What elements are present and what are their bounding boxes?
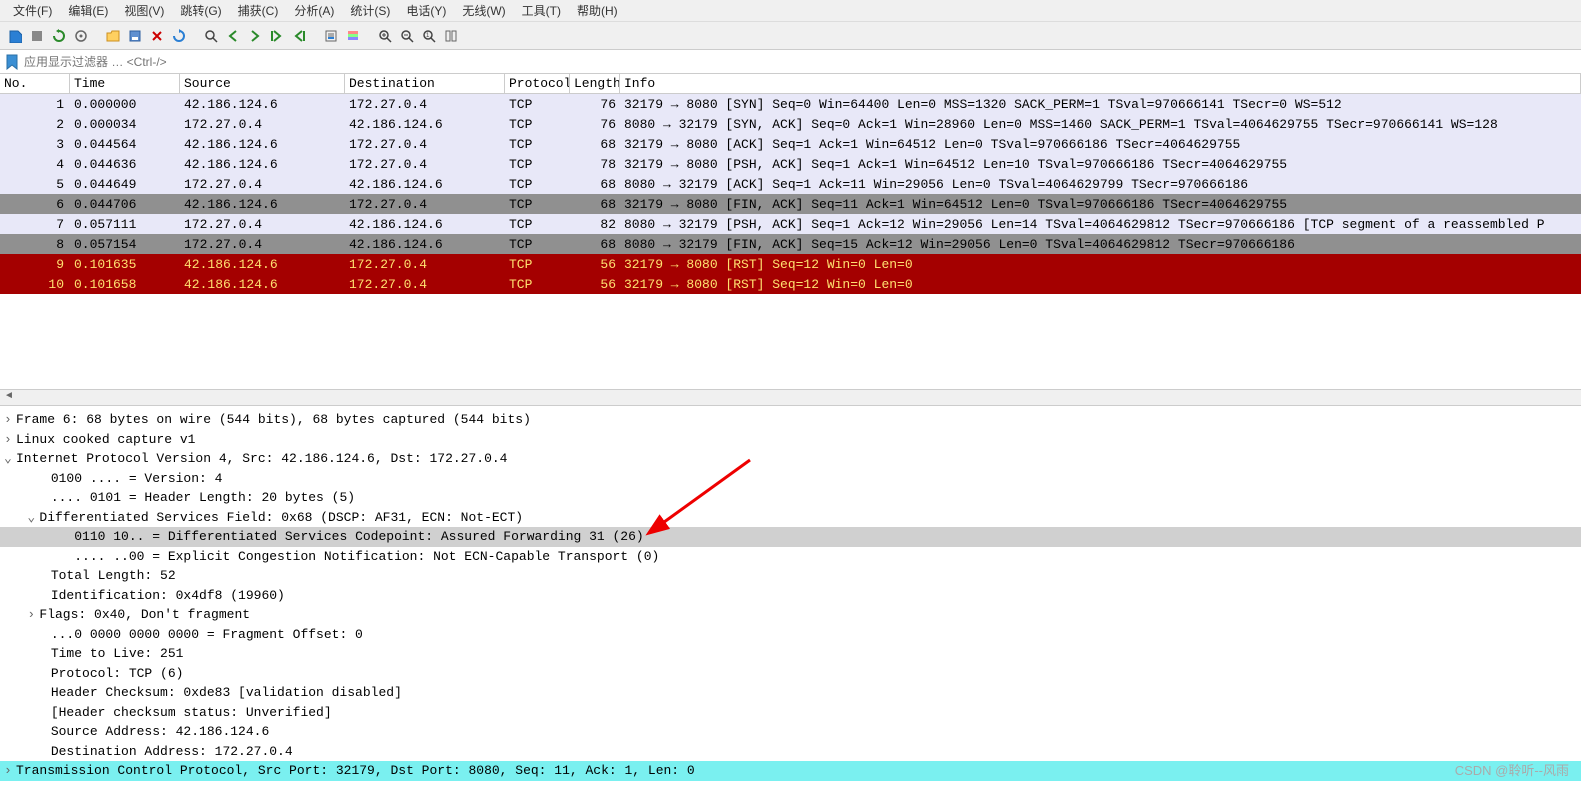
column-source[interactable]: Source <box>180 74 345 93</box>
menu-file[interactable]: 文件(F) <box>5 0 60 21</box>
menu-capture[interactable]: 捕获(C) <box>230 0 287 21</box>
detail-ip-checksum[interactable]: Header Checksum: 0xde83 [validation disa… <box>0 683 1581 703</box>
menu-telephony[interactable]: 电话(Y) <box>398 0 454 21</box>
packet-row[interactable]: 70.057111172.27.0.442.186.124.6TCP828080… <box>0 214 1581 234</box>
packet-list-header: No. Time Source Destination Protocol Len… <box>0 74 1581 94</box>
detail-frame[interactable]: ›Frame 6: 68 bytes on wire (544 bits), 6… <box>0 410 1581 430</box>
column-destination[interactable]: Destination <box>345 74 505 93</box>
capture-options-button[interactable] <box>71 26 91 46</box>
detail-tcp[interactable]: ›Transmission Control Protocol, Src Port… <box>0 761 1581 781</box>
packet-row[interactable]: 90.10163542.186.124.6172.27.0.4TCP563217… <box>0 254 1581 274</box>
detail-ip-totlen[interactable]: Total Length: 52 <box>0 566 1581 586</box>
save-file-button[interactable] <box>125 26 145 46</box>
zoom-in-button[interactable] <box>375 26 395 46</box>
detail-ip-checksum-status[interactable]: [Header checksum status: Unverified] <box>0 703 1581 723</box>
detail-ip-flags[interactable]: ›Flags: 0x40, Don't fragment <box>0 605 1581 625</box>
detail-ipv4[interactable]: ⌄Internet Protocol Version 4, Src: 42.18… <box>0 449 1581 469</box>
go-forward-button[interactable] <box>245 26 265 46</box>
toolbar: 1 <box>0 22 1581 50</box>
menu-goto[interactable]: 跳转(G) <box>172 0 229 21</box>
zoom-out-button[interactable] <box>397 26 417 46</box>
find-packet-button[interactable] <box>201 26 221 46</box>
display-filter-bar <box>0 50 1581 74</box>
menu-tools[interactable]: 工具(T) <box>514 0 569 21</box>
column-no[interactable]: No. <box>0 74 70 93</box>
packet-row[interactable]: 40.04463642.186.124.6172.27.0.4TCP783217… <box>0 154 1581 174</box>
detail-ip-dst[interactable]: Destination Address: 172.27.0.4 <box>0 742 1581 762</box>
menu-wireless[interactable]: 无线(W) <box>454 0 513 21</box>
packet-details-pane[interactable]: ›Frame 6: 68 bytes on wire (544 bits), 6… <box>0 406 1581 785</box>
packet-row[interactable]: 30.04456442.186.124.6172.27.0.4TCP683217… <box>0 134 1581 154</box>
packet-row[interactable]: 10.00000042.186.124.6172.27.0.4TCP763217… <box>0 94 1581 114</box>
packet-list-empty <box>0 294 1581 389</box>
stop-capture-button[interactable] <box>27 26 47 46</box>
colorize-button[interactable] <box>343 26 363 46</box>
open-file-button[interactable] <box>103 26 123 46</box>
detail-ip-src[interactable]: Source Address: 42.186.124.6 <box>0 722 1581 742</box>
packet-row[interactable]: 50.044649172.27.0.442.186.124.6TCP688080… <box>0 174 1581 194</box>
menu-view[interactable]: 视图(V) <box>116 0 172 21</box>
detail-linux-cooked[interactable]: ›Linux cooked capture v1 <box>0 430 1581 450</box>
display-filter-input[interactable] <box>24 55 1577 69</box>
close-file-button[interactable] <box>147 26 167 46</box>
packet-list[interactable]: 10.00000042.186.124.6172.27.0.4TCP763217… <box>0 94 1581 294</box>
auto-scroll-button[interactable] <box>321 26 341 46</box>
packet-row[interactable]: 60.04470642.186.124.6172.27.0.4TCP683217… <box>0 194 1581 214</box>
column-length[interactable]: Length <box>570 74 620 93</box>
packet-row[interactable]: 100.10165842.186.124.6172.27.0.4TCP56321… <box>0 274 1581 294</box>
menu-analyze[interactable]: 分析(A) <box>286 0 342 21</box>
detail-ip-frag[interactable]: ...0 0000 0000 0000 = Fragment Offset: 0 <box>0 625 1581 645</box>
detail-ip-proto[interactable]: Protocol: TCP (6) <box>0 664 1581 684</box>
pane-divider[interactable] <box>0 389 1581 406</box>
detail-ip-hlen[interactable]: .... 0101 = Header Length: 20 bytes (5) <box>0 488 1581 508</box>
detail-ip-ttl[interactable]: Time to Live: 251 <box>0 644 1581 664</box>
restart-capture-button[interactable] <box>49 26 69 46</box>
column-time[interactable]: Time <box>70 74 180 93</box>
menu-bar: 文件(F) 编辑(E) 视图(V) 跳转(G) 捕获(C) 分析(A) 统计(S… <box>0 0 1581 22</box>
go-to-packet-button[interactable] <box>267 26 287 46</box>
go-first-button[interactable] <box>289 26 309 46</box>
menu-edit[interactable]: 编辑(E) <box>60 0 116 21</box>
watermark: CSDN @聆听--风雨 <box>1455 760 1569 779</box>
start-capture-button[interactable] <box>5 26 25 46</box>
resize-columns-button[interactable] <box>441 26 461 46</box>
packet-row[interactable]: 20.000034172.27.0.442.186.124.6TCP768080… <box>0 114 1581 134</box>
go-back-button[interactable] <box>223 26 243 46</box>
menu-statistics[interactable]: 统计(S) <box>342 0 398 21</box>
bookmark-icon[interactable] <box>4 54 20 70</box>
detail-ip-dsfield[interactable]: ⌄Differentiated Services Field: 0x68 (DS… <box>0 508 1581 528</box>
column-protocol[interactable]: Protocol <box>505 74 570 93</box>
column-info[interactable]: Info <box>620 74 1581 93</box>
menu-help[interactable]: 帮助(H) <box>569 0 626 21</box>
detail-ip-ident[interactable]: Identification: 0x4df8 (19960) <box>0 586 1581 606</box>
packet-row[interactable]: 80.057154172.27.0.442.186.124.6TCP688080… <box>0 234 1581 254</box>
zoom-reset-button[interactable]: 1 <box>419 26 439 46</box>
reload-button[interactable] <box>169 26 189 46</box>
detail-ip-version[interactable]: 0100 .... = Version: 4 <box>0 469 1581 489</box>
detail-ip-dscp[interactable]: 0110 10.. = Differentiated Services Code… <box>0 527 1581 547</box>
detail-ip-ecn[interactable]: .... ..00 = Explicit Congestion Notifica… <box>0 547 1581 567</box>
